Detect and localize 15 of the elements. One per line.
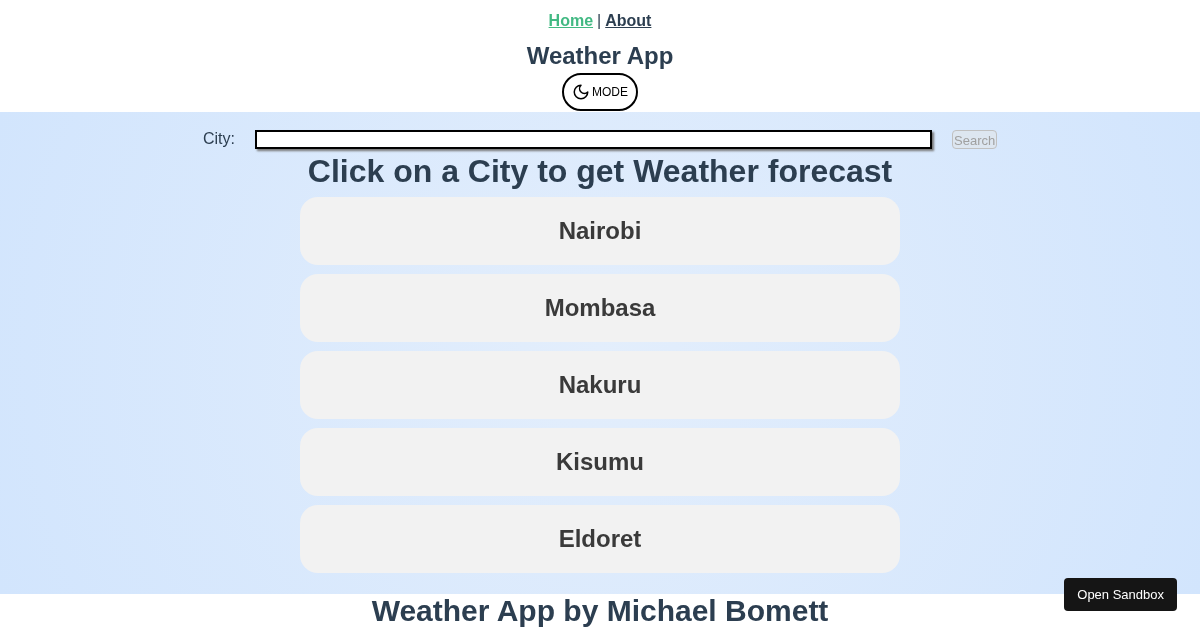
nav-link[interactable]: About xyxy=(605,9,652,33)
page-heading: Click on a City to get Weather forecast xyxy=(307,153,893,189)
city-input[interactable] xyxy=(255,129,932,149)
city-button[interactable]: Nakuru xyxy=(300,351,900,419)
footer-heading: Weather App by Michael Bomett xyxy=(371,594,829,627)
app-title: Weather App xyxy=(526,41,674,71)
city-button[interactable]: Kisumu xyxy=(300,428,900,496)
open-sandbox-button[interactable]: Open Sandbox xyxy=(1064,578,1177,611)
city-button[interactable]: Eldoret xyxy=(300,505,900,573)
city-label: City: xyxy=(203,129,236,149)
moon-icon xyxy=(572,83,590,101)
mode-button[interactable]: MODE xyxy=(562,73,638,111)
nav-separator: | xyxy=(597,11,602,31)
city-button[interactable]: Mombasa xyxy=(300,274,900,342)
city-button[interactable]: Nairobi xyxy=(300,197,900,265)
